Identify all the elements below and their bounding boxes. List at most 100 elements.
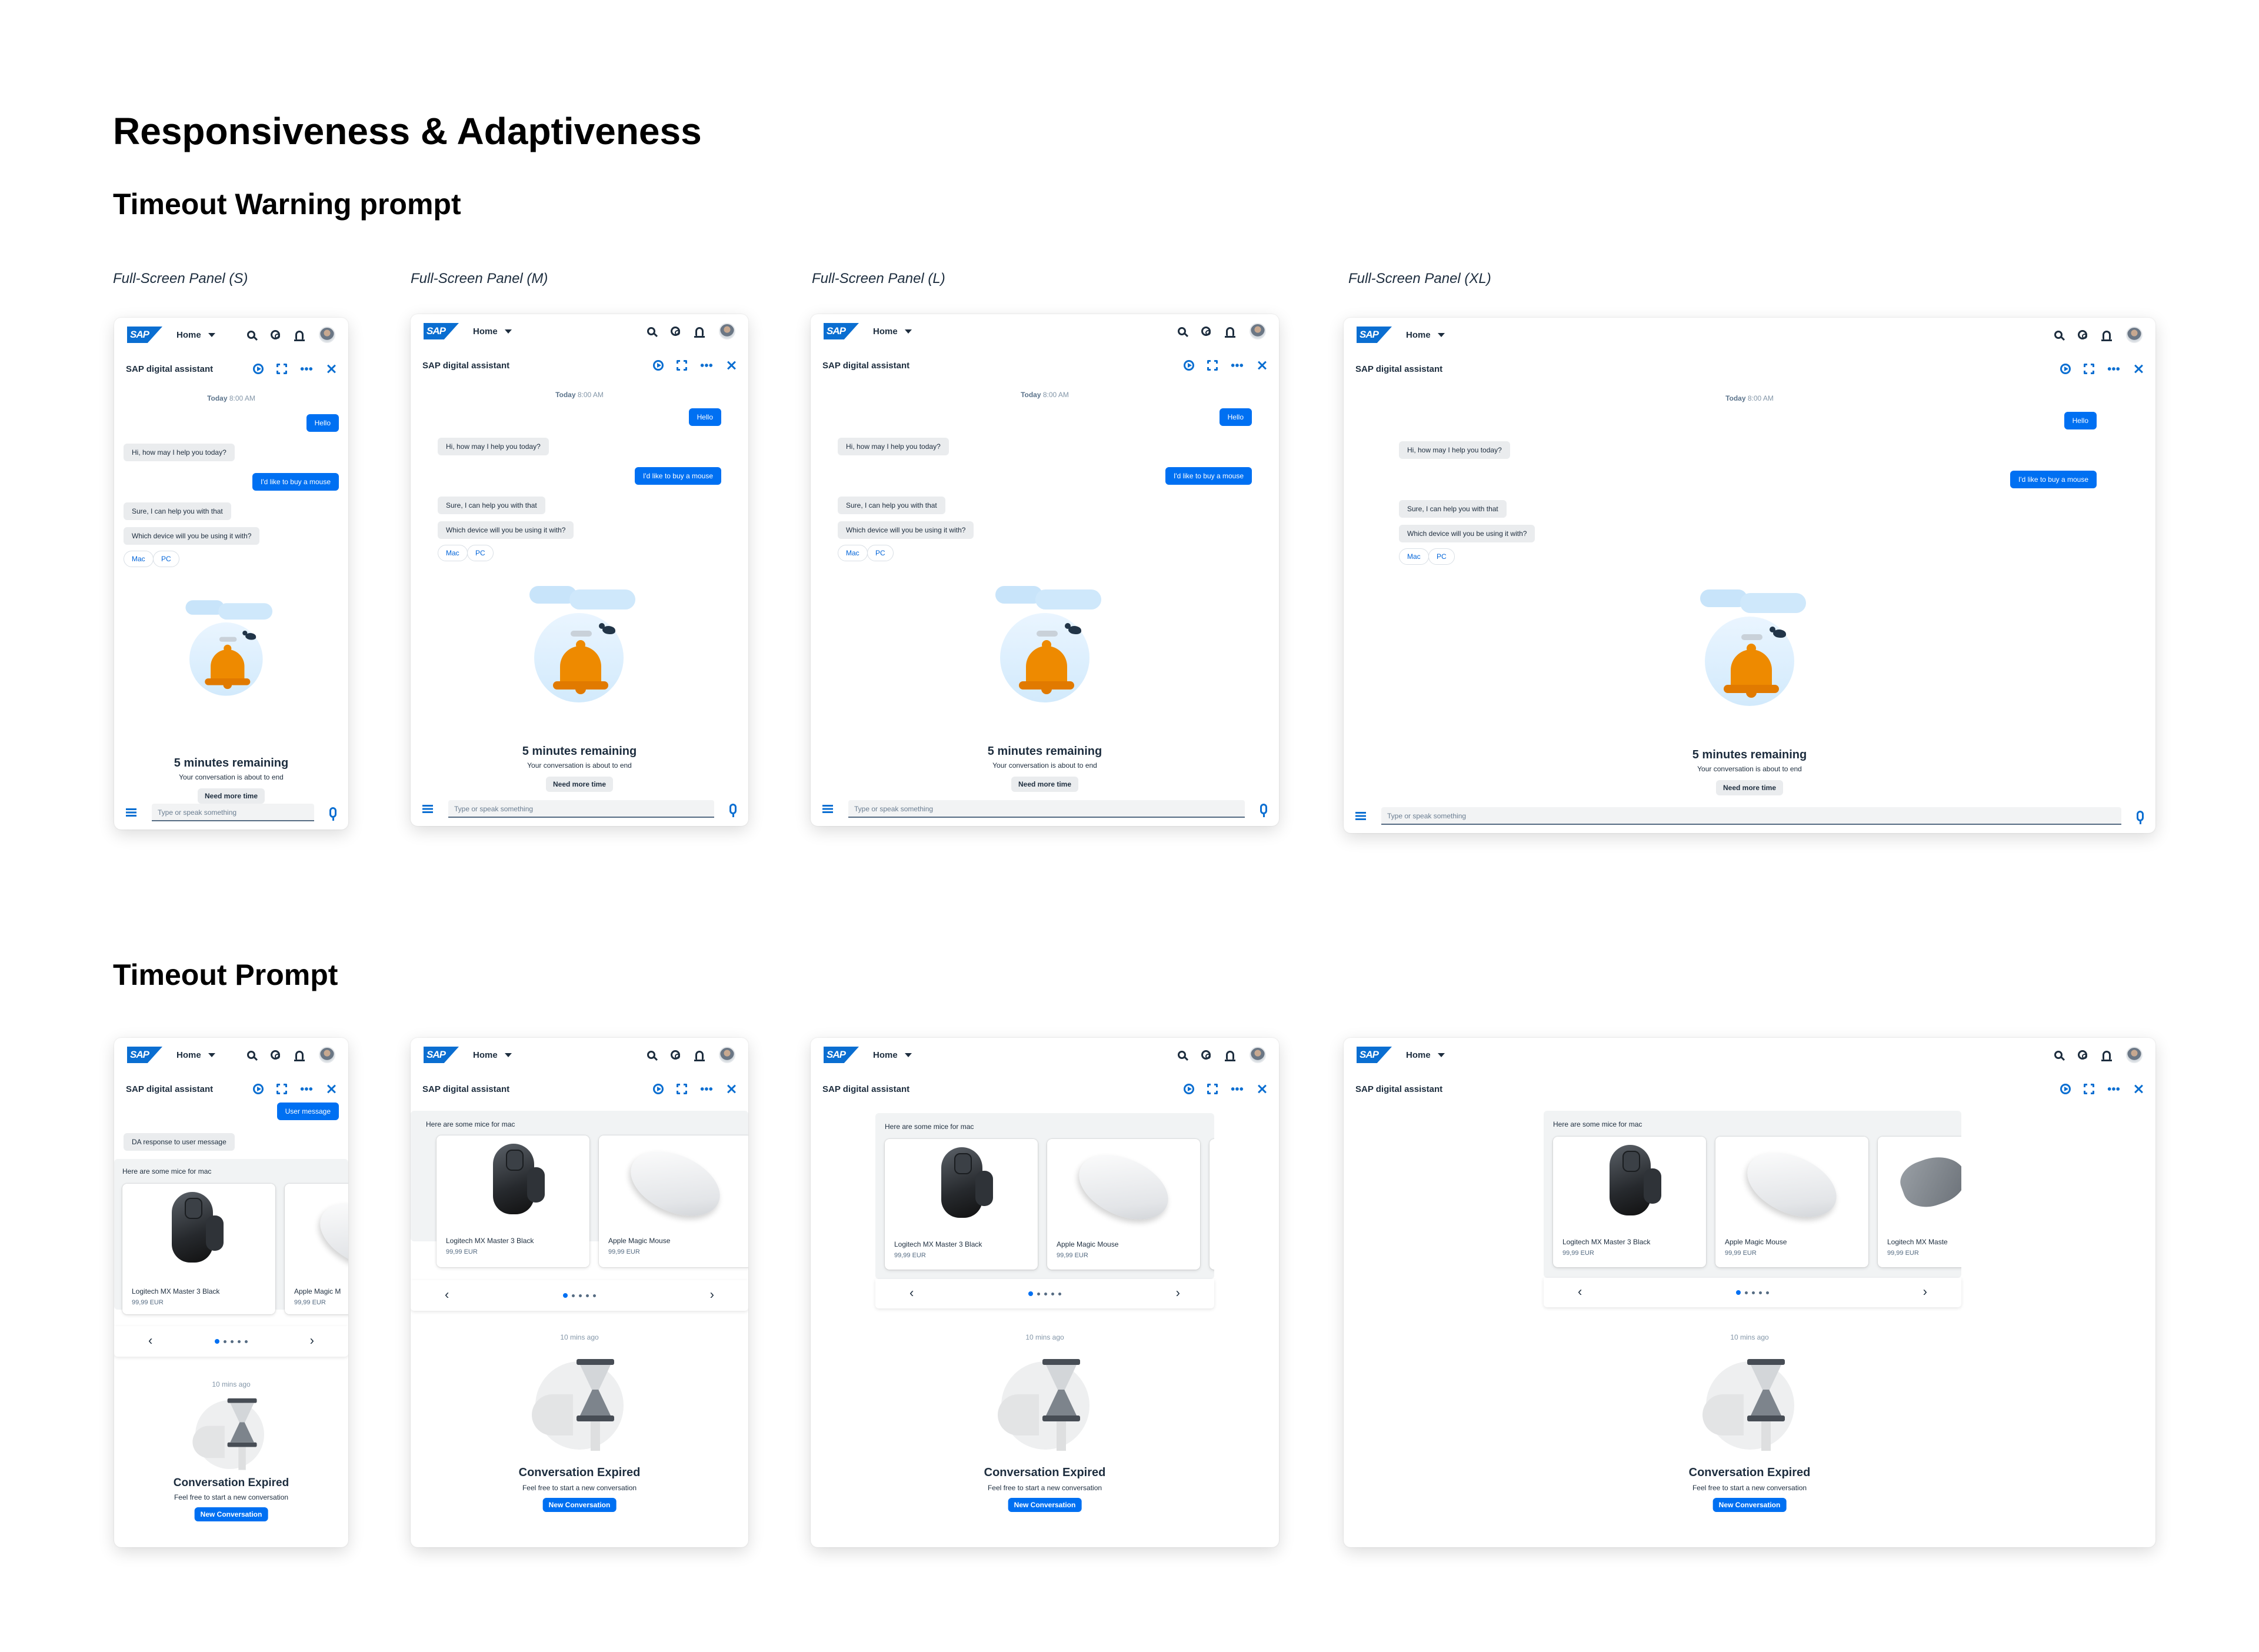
help-icon[interactable] — [1201, 1050, 1211, 1060]
close-icon[interactable] — [326, 1084, 336, 1094]
close-icon[interactable] — [1257, 360, 1267, 371]
avatar[interactable] — [319, 327, 335, 343]
product-card[interactable]: Apple Magic Mouse 99,99 EUR — [1047, 1139, 1200, 1270]
microphone-icon[interactable] — [329, 807, 336, 821]
help-icon[interactable] — [671, 1050, 680, 1060]
need-more-time-button[interactable]: Need more time — [1715, 780, 1784, 795]
new-conversation-button[interactable]: New Conversation — [542, 1498, 617, 1512]
notification-icon[interactable] — [1225, 1050, 1235, 1061]
new-conversation-button[interactable]: New Conversation — [1712, 1498, 1787, 1512]
product-card[interactable]: Logitech MX Master 3 Black 99,99 EUR — [1553, 1137, 1706, 1267]
quick-reply-pc[interactable]: PC — [467, 545, 494, 561]
notification-icon[interactable] — [2101, 1050, 2112, 1061]
menu-icon[interactable] — [1355, 812, 1366, 820]
notification-icon[interactable] — [1225, 327, 1235, 338]
product-card[interactable]: Logitech MX Master 3 Black 99,99 EUR — [885, 1139, 1038, 1270]
close-icon[interactable] — [726, 1084, 737, 1094]
avatar[interactable] — [719, 323, 735, 339]
help-icon[interactable] — [2078, 1050, 2087, 1060]
help-icon[interactable] — [1201, 327, 1211, 336]
chevron-right-icon[interactable]: › — [1176, 1285, 1180, 1301]
search-icon[interactable] — [247, 1051, 255, 1059]
product-card[interactable]: Apple Magic Mouse 99,99 EUR — [599, 1135, 748, 1267]
close-icon[interactable] — [326, 364, 336, 374]
product-card[interactable]: Apple Magic Mouse 99,99 EUR — [1715, 1137, 1868, 1267]
microphone-icon[interactable] — [1260, 804, 1267, 817]
product-card[interactable]: Apple Magic M 99,99 EUR — [285, 1184, 348, 1314]
menu-icon[interactable] — [822, 805, 833, 813]
chevron-left-icon[interactable]: ‹ — [148, 1333, 152, 1348]
menu-icon[interactable] — [422, 805, 433, 813]
product-card[interactable]: Logitech MX Maste 99,99 EUR — [1878, 1137, 1961, 1267]
close-icon[interactable] — [2133, 1084, 2144, 1094]
avatar[interactable] — [2126, 1047, 2143, 1063]
need-more-time-button[interactable]: Need more time — [1011, 777, 1079, 792]
more-icon[interactable] — [700, 364, 713, 367]
expand-icon[interactable] — [1207, 1084, 1218, 1094]
expand-icon[interactable] — [677, 1084, 687, 1094]
help-icon[interactable] — [671, 327, 680, 336]
play-icon[interactable] — [2060, 364, 2071, 374]
expand-icon[interactable] — [276, 1084, 287, 1094]
expand-icon[interactable] — [276, 364, 287, 374]
quick-reply-mac[interactable]: Mac — [1399, 548, 1429, 565]
play-icon[interactable] — [1184, 360, 1194, 371]
chevron-right-icon[interactable]: › — [310, 1333, 314, 1348]
menu-icon[interactable] — [126, 808, 136, 817]
more-icon[interactable] — [1231, 364, 1244, 367]
message-input[interactable]: Type or speak something — [448, 800, 714, 818]
more-icon[interactable] — [300, 367, 313, 371]
play-icon[interactable] — [653, 1084, 664, 1094]
search-icon[interactable] — [647, 327, 655, 335]
home-menu[interactable]: Home — [176, 330, 215, 340]
need-more-time-button[interactable]: Need more time — [545, 777, 614, 792]
more-icon[interactable] — [700, 1087, 713, 1091]
avatar[interactable] — [1250, 323, 1266, 339]
search-icon[interactable] — [247, 331, 255, 339]
play-icon[interactable] — [253, 364, 264, 374]
microphone-icon[interactable] — [729, 804, 737, 817]
chevron-right-icon[interactable]: › — [710, 1287, 714, 1303]
new-conversation-button[interactable]: New Conversation — [1008, 1498, 1082, 1512]
search-icon[interactable] — [1178, 327, 1186, 335]
more-icon[interactable] — [2107, 367, 2120, 371]
quick-reply-mac[interactable]: Mac — [124, 551, 154, 567]
home-menu[interactable]: Home — [473, 327, 512, 337]
play-icon[interactable] — [653, 360, 664, 371]
message-input[interactable]: Type or speak something — [152, 804, 314, 821]
notification-icon[interactable] — [694, 1050, 705, 1061]
help-icon[interactable] — [2078, 330, 2087, 339]
product-card[interactable] — [1210, 1139, 1214, 1270]
expand-icon[interactable] — [1207, 360, 1218, 371]
notification-icon[interactable] — [294, 330, 305, 341]
expand-icon[interactable] — [2084, 364, 2094, 374]
expand-icon[interactable] — [2084, 1084, 2094, 1094]
home-menu[interactable]: Home — [873, 1050, 912, 1060]
avatar[interactable] — [319, 1047, 335, 1063]
search-icon[interactable] — [647, 1051, 655, 1059]
play-icon[interactable] — [1184, 1084, 1194, 1094]
avatar[interactable] — [1250, 1047, 1266, 1063]
message-input[interactable]: Type or speak something — [1381, 807, 2121, 825]
chevron-left-icon[interactable]: ‹ — [445, 1287, 449, 1303]
message-input[interactable]: Type or speak something — [848, 800, 1245, 818]
help-icon[interactable] — [271, 1050, 280, 1060]
close-icon[interactable] — [2133, 364, 2144, 374]
chevron-right-icon[interactable]: › — [1923, 1284, 1927, 1300]
new-conversation-button[interactable]: New Conversation — [194, 1507, 268, 1521]
home-menu[interactable]: Home — [473, 1050, 512, 1060]
home-menu[interactable]: Home — [873, 327, 912, 337]
close-icon[interactable] — [1257, 1084, 1267, 1094]
more-icon[interactable] — [1231, 1087, 1244, 1091]
page-indicator[interactable] — [215, 1339, 248, 1344]
search-icon[interactable] — [2054, 331, 2063, 339]
quick-reply-pc[interactable]: PC — [1428, 548, 1455, 565]
avatar[interactable] — [719, 1047, 735, 1063]
chevron-left-icon[interactable]: ‹ — [1578, 1284, 1582, 1300]
page-indicator[interactable] — [563, 1293, 596, 1298]
play-icon[interactable] — [2060, 1084, 2071, 1094]
notification-icon[interactable] — [694, 327, 705, 338]
notification-icon[interactable] — [294, 1050, 305, 1061]
more-icon[interactable] — [2107, 1087, 2120, 1091]
expand-icon[interactable] — [677, 360, 687, 371]
